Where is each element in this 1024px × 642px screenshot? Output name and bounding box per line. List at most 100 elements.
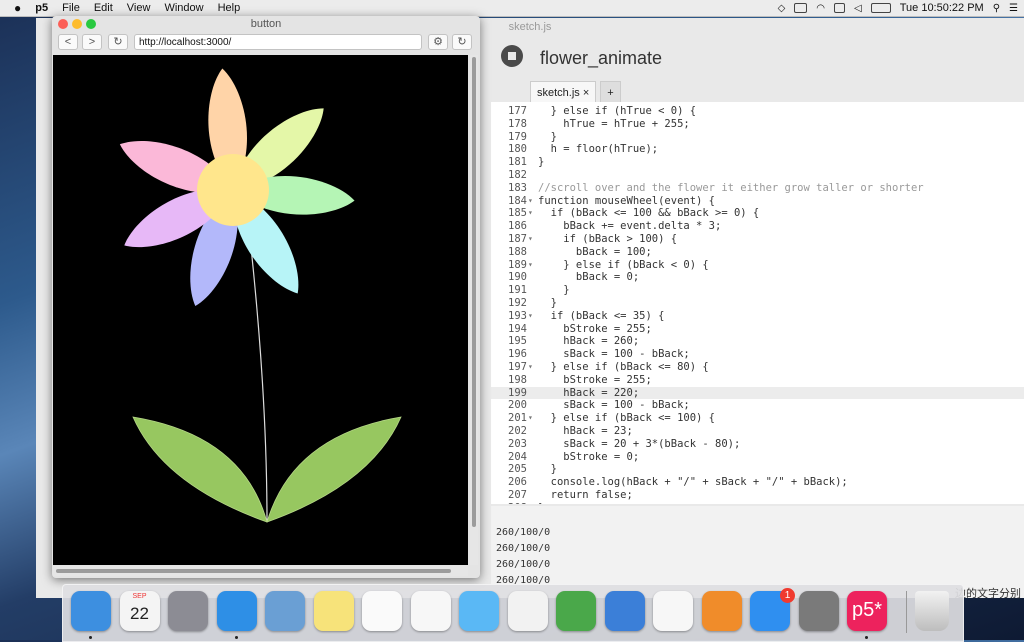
fold-arrow-icon[interactable]: ▾ <box>528 361 533 374</box>
spotlight-icon[interactable]: ⚲ <box>993 3 1000 14</box>
dock-finder-icon[interactable] <box>71 591 111 631</box>
code-line[interactable]: 198 bStroke = 255; <box>491 374 1024 387</box>
dropbox-icon[interactable]: ◇ <box>778 3 786 14</box>
dock-photos-icon[interactable] <box>410 591 451 631</box>
code-text: h = floor(hTrue); <box>538 143 659 156</box>
stop-button[interactable] <box>501 45 523 67</box>
code-line[interactable]: 193 ▾ if (bBack <= 35) { <box>491 310 1024 323</box>
menu-window[interactable]: Window <box>164 2 203 14</box>
sketch-name: flower_animate <box>540 48 663 68</box>
dock-itunes-icon[interactable] <box>653 591 693 631</box>
code-line[interactable]: 189 ▾ } else if (bBack < 0) { <box>491 259 1024 272</box>
clock-text[interactable]: Tue 10:50:22 PM <box>900 2 984 14</box>
menu-file[interactable]: File <box>62 2 80 14</box>
code-line[interactable]: 203 sBack = 20 + 3*(bBack - 80); <box>491 438 1024 451</box>
forward-button[interactable]: > <box>82 34 102 50</box>
code-line[interactable]: 183 //scroll over and the flower it eithe… <box>491 182 1024 195</box>
battery-icon[interactable] <box>870 3 891 13</box>
menu-edit[interactable]: Edit <box>94 2 113 14</box>
fold-arrow-icon[interactable]: ▾ <box>528 207 533 220</box>
back-button[interactable]: < <box>58 34 78 50</box>
notification-center-icon[interactable]: ☰ <box>1009 3 1018 14</box>
code-line[interactable]: 202 hBack = 23; <box>491 425 1024 438</box>
code-text: bBack = 100; <box>538 245 652 258</box>
dock-system-preferences-icon[interactable] <box>798 591 839 631</box>
line-number: 194 <box>508 322 527 335</box>
code-line[interactable]: 192 } <box>491 297 1024 310</box>
horizontal-scroll-thumb[interactable] <box>56 569 451 573</box>
fold-arrow-icon[interactable]: ▾ <box>528 233 533 246</box>
code-line[interactable]: 205 } <box>491 463 1024 476</box>
reload-icon[interactable]: ↻ <box>108 34 128 50</box>
code-line[interactable]: 206 console.log(hBack + "/" + sBack + "/… <box>491 476 1024 489</box>
code-line[interactable]: 185 ▾ if (bBack <= 100 && bBack >= 0) { <box>491 207 1024 220</box>
line-number: 197 <box>508 361 527 373</box>
code-line[interactable]: 181} <box>491 156 1024 169</box>
fold-arrow-icon[interactable]: ▾ <box>528 310 533 323</box>
code-line[interactable]: 182 <box>491 169 1024 182</box>
dock-safari-icon[interactable] <box>216 591 257 631</box>
airplay-icon[interactable] <box>794 3 808 13</box>
line-number: 182 <box>508 169 527 181</box>
code-line[interactable]: 201 ▾ } else if (bBack <= 100) { <box>491 412 1024 425</box>
dock-p5-icon[interactable]: p5* <box>847 591 887 631</box>
apple-menu-icon[interactable]: ● <box>14 1 21 15</box>
dock-trash-icon[interactable] <box>915 591 949 631</box>
menu-help[interactable]: Help <box>218 2 241 14</box>
code-line[interactable]: 196 sBack = 100 - bBack; <box>491 348 1024 361</box>
line-number: 184 <box>508 194 527 207</box>
tab-sketch-js[interactable]: sketch.js × <box>530 81 597 104</box>
sketch-canvas[interactable] <box>53 55 468 565</box>
add-tab-button[interactable]: + <box>600 81 621 104</box>
dock-calendar-icon[interactable]: 22 SEP <box>119 591 160 631</box>
code-line[interactable]: 187 ▾ if (bBack > 100) { <box>491 233 1024 246</box>
menu-p5[interactable]: p5 <box>35 2 48 14</box>
code-line[interactable]: 184 ▾ function mouseWheel(event) { <box>491 195 1024 208</box>
close-window-icon[interactable] <box>58 19 68 29</box>
dock-messages-icon[interactable] <box>459 591 499 631</box>
code-line[interactable]: 191 } <box>491 284 1024 297</box>
code-line[interactable]: 200 sBack = 100 - bBack; <box>491 399 1024 412</box>
dock-reminders-icon[interactable] <box>362 591 402 631</box>
url-field[interactable]: http://localhost:3000/ <box>134 34 422 50</box>
code-text: console.log(hBack + "/" + sBack + "/" + … <box>538 476 848 489</box>
dock-ibooks-icon[interactable] <box>701 591 742 631</box>
fold-arrow-icon[interactable]: ▾ <box>528 412 533 425</box>
refresh-icon[interactable]: ↻ <box>452 34 472 50</box>
dock-separator <box>906 591 907 633</box>
code-text: bBack = 0; <box>538 271 640 284</box>
dock-preview-icon[interactable] <box>265 591 305 631</box>
dock-notes-icon[interactable] <box>313 591 354 631</box>
code-line[interactable]: 207 return false; <box>491 489 1024 502</box>
code-line[interactable]: 188 bBack = 100; <box>491 246 1024 259</box>
code-line[interactable]: 180 h = floor(hTrue); <box>491 143 1024 156</box>
dock-numbers-icon[interactable] <box>556 591 596 631</box>
input-source-icon[interactable] <box>834 3 846 13</box>
fold-arrow-icon[interactable]: ▾ <box>528 259 533 272</box>
code-line[interactable]: 179 } <box>491 131 1024 144</box>
code-editor[interactable]: 177 } else if (hTrue < 0) {178 hTrue = h… <box>491 102 1024 504</box>
code-line[interactable]: 186 bBack += event.delta * 3; <box>491 220 1024 233</box>
line-number: 198 <box>508 373 527 386</box>
fold-arrow-icon[interactable]: ▾ <box>528 195 533 208</box>
code-line[interactable]: 195 hBack = 260; <box>491 335 1024 348</box>
dock-textedit-icon[interactable] <box>507 591 548 631</box>
vertical-scroll-thumb[interactable] <box>472 57 476 527</box>
code-line[interactable]: 197 ▾ } else if (bBack <= 80) { <box>491 361 1024 374</box>
code-line[interactable]: 190 bBack = 0; <box>491 271 1024 284</box>
minimize-window-icon[interactable] <box>72 19 82 29</box>
settings-icon[interactable]: ⚙ <box>428 34 448 50</box>
code-line[interactable]: 208} <box>491 502 1024 504</box>
zoom-window-icon[interactable] <box>86 19 96 29</box>
menu-view[interactable]: View <box>127 2 151 14</box>
volume-icon[interactable]: ◁ <box>854 3 862 14</box>
dock-launchpad-icon[interactable] <box>168 591 208 631</box>
code-line[interactable]: 177 } else if (hTrue < 0) { <box>491 105 1024 118</box>
wifi-icon[interactable]: ◠ <box>816 3 825 14</box>
code-line[interactable]: 194 bStroke = 255; <box>491 323 1024 336</box>
code-line[interactable]: 204 bStroke = 0; <box>491 451 1024 464</box>
console-line: 260/100/0 <box>496 559 551 570</box>
dock-keynote-icon[interactable] <box>604 591 645 631</box>
code-line[interactable]: 199 hBack = 220; <box>491 386 1024 400</box>
code-line[interactable]: 178 hTrue = hTrue + 255; <box>491 118 1024 131</box>
